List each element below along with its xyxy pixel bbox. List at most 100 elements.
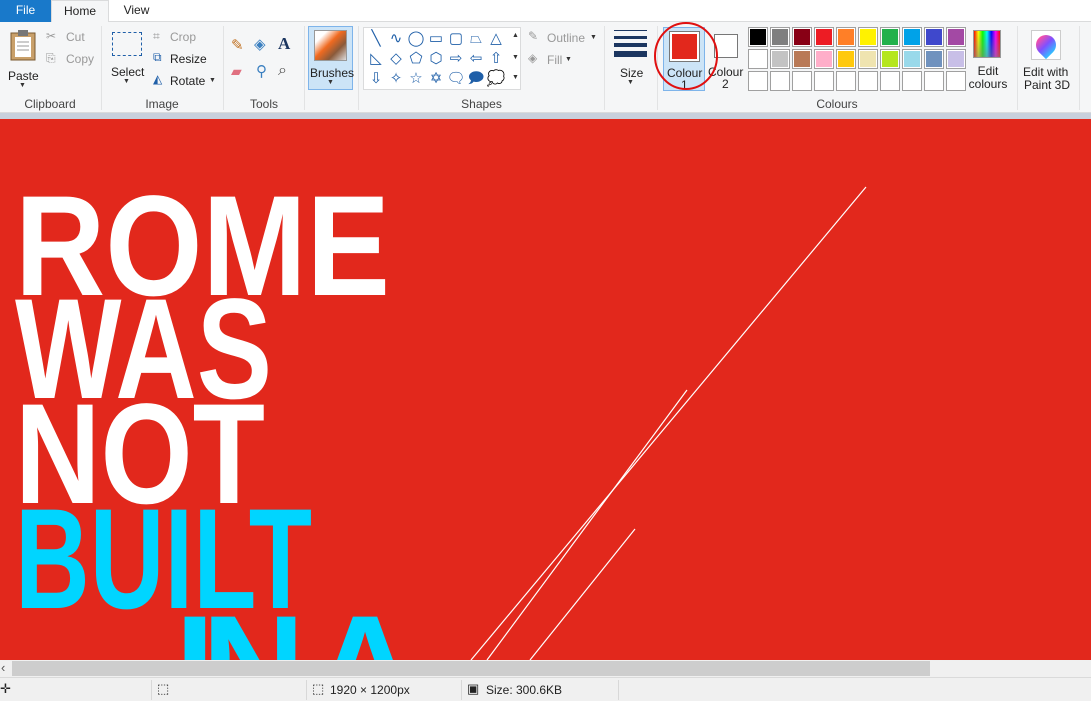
palette-colour[interactable] [836, 27, 856, 47]
shape-item[interactable]: ⏢ [466, 29, 486, 49]
shape-item[interactable]: ◯ [406, 29, 426, 49]
scrollbar-thumb[interactable] [12, 661, 930, 676]
palette-empty-slot[interactable] [902, 71, 922, 91]
shapes-group-label: Shapes [461, 97, 502, 111]
tab-view[interactable]: View [109, 0, 164, 22]
crop-icon: ⌗ [153, 29, 160, 43]
poster-line-in-a: IN A [175, 595, 417, 660]
colours-group-label: Colours [816, 97, 858, 111]
copy-button[interactable]: ⎘ Copy [46, 51, 96, 67]
eraser-icon[interactable]: ▰ [231, 63, 242, 80]
shape-item[interactable]: ▢ [446, 29, 466, 49]
palette-colour[interactable] [902, 49, 922, 69]
fill-icon[interactable]: ◈ [254, 35, 266, 53]
chevron-down-icon: ▼ [123, 78, 130, 85]
chevron-down-icon: ▼ [590, 34, 597, 41]
crop-button[interactable]: ⌗ Crop [153, 29, 213, 45]
palette-empty-slot[interactable] [792, 71, 812, 91]
shape-item[interactable]: ☆ [406, 69, 426, 89]
palette-colour[interactable] [902, 27, 922, 47]
palette-empty-slot[interactable] [814, 71, 834, 91]
shape-item[interactable]: ✧ [386, 69, 406, 89]
color-picker-icon[interactable]: ⚲ [256, 62, 267, 80]
tab-home[interactable]: Home [51, 0, 109, 23]
palette-colour[interactable] [748, 27, 768, 47]
palette-empty-slot[interactable] [770, 71, 790, 91]
outline-button[interactable]: ✎ Outline ▼ [528, 29, 598, 46]
chevron-down-icon: ▼ [19, 82, 26, 89]
palette-colour[interactable] [814, 49, 834, 69]
shape-item[interactable]: ⬠ [406, 49, 426, 69]
shape-item[interactable]: ✡ [426, 69, 446, 89]
paste-button[interactable]: Paste ▼ [4, 26, 40, 90]
palette-empty-slot[interactable] [880, 71, 900, 91]
horizontal-scrollbar[interactable]: ‹ [0, 660, 1091, 677]
palette-colour[interactable] [814, 27, 834, 47]
edit-colours-button[interactable]: Edit colours [966, 27, 1010, 91]
shape-item[interactable]: ⇩ [366, 69, 386, 89]
brushes-button[interactable]: Brushes ▼ [308, 26, 354, 90]
palette-empty-slot[interactable] [946, 71, 966, 91]
size-label: Size [620, 66, 644, 80]
palette-colour[interactable] [770, 49, 790, 69]
palette-colour[interactable] [924, 27, 944, 47]
shape-item[interactable]: ◺ [366, 49, 386, 69]
paint3d-label2: Paint 3D [1024, 78, 1071, 92]
text-icon[interactable]: A [278, 34, 290, 54]
resize-icon: ⧉ [153, 50, 162, 64]
shape-item[interactable]: ╲ [366, 29, 386, 49]
magnifier-icon[interactable]: ⌕ [278, 62, 287, 80]
palette-colour[interactable] [858, 49, 878, 69]
shape-item[interactable]: ⇨ [446, 49, 466, 69]
select-button[interactable]: Select ▼ [108, 28, 144, 90]
palette-empty-slot[interactable] [836, 71, 856, 91]
clipboard-icon [10, 30, 36, 61]
palette-colour[interactable] [880, 27, 900, 47]
shape-item[interactable]: ⇦ [466, 49, 486, 69]
edit-with-paint3d-button[interactable]: Edit with Paint 3D [1020, 27, 1074, 92]
scroll-left-icon[interactable]: ‹ [1, 660, 5, 676]
palette-colour[interactable] [858, 27, 878, 47]
gallery-expand[interactable]: ▼ [512, 74, 519, 81]
canvas-image: ROME WAS NOT BUILT [0, 119, 1091, 660]
clipboard-group-label: Clipboard [24, 97, 76, 111]
palette-colour[interactable] [946, 49, 966, 69]
palette-colour[interactable] [880, 49, 900, 69]
palette-empty-slot[interactable] [748, 71, 768, 91]
palette-colour[interactable] [748, 49, 768, 69]
palette-colour[interactable] [792, 49, 812, 69]
shape-item[interactable]: ◇ [386, 49, 406, 69]
fill-button[interactable]: ◈ Fill ▼ [528, 51, 598, 68]
cut-button[interactable]: ✂ Cut [46, 29, 96, 45]
drawing-canvas[interactable]: ROME WAS NOT BUILT IN A [0, 119, 1091, 660]
divider [304, 26, 305, 110]
size-button[interactable]: Size ▼ [610, 26, 650, 90]
shape-item[interactable]: ∿ [386, 29, 406, 49]
shape-item[interactable]: 🗨 [446, 69, 466, 89]
shape-item[interactable]: ⬡ [426, 49, 446, 69]
gallery-scroll-up[interactable]: ▲ [512, 32, 519, 39]
status-bar: ✛ ⬚ ⬚ 1920 × 1200px ▣ Size: 300.6KB [0, 677, 1091, 701]
pencil-icon[interactable]: ✎ [231, 36, 244, 54]
cursor-position-icon: ✛ [0, 681, 11, 696]
palette-colour[interactable] [770, 27, 790, 47]
shape-item[interactable]: ⇧ [486, 49, 506, 69]
shapes-gallery: ╲ ∿ ◯ ▭ ▢ ⏢ △ ◺ ◇ ⬠ ⬡ ⇨ ⇦ ⇧ ⇩ ✧ ☆ ✡ 🗨 🗩 💭 [363, 27, 521, 90]
shape-item[interactable]: 🗩 [466, 69, 486, 89]
tab-file[interactable]: File [0, 0, 51, 22]
palette-colour[interactable] [946, 27, 966, 47]
palette-empty-slot[interactable] [924, 71, 944, 91]
gallery-scroll-down[interactable]: ▼ [512, 54, 519, 61]
palette-colour[interactable] [836, 49, 856, 69]
palette-empty-slot[interactable] [858, 71, 878, 91]
resize-button[interactable]: ⧉ Resize [153, 50, 213, 67]
palette-colour[interactable] [792, 27, 812, 47]
shape-item[interactable]: △ [486, 29, 506, 49]
palette-colour[interactable] [924, 49, 944, 69]
shape-item[interactable]: 💭 [486, 69, 506, 89]
shape-item[interactable]: ▭ [426, 29, 446, 49]
annotation-circle [654, 22, 718, 90]
rotate-button[interactable]: ◭ Rotate ▼ [153, 72, 219, 89]
ribbon-tabs: File Home View [0, 0, 1091, 23]
brush-icon [314, 30, 347, 61]
